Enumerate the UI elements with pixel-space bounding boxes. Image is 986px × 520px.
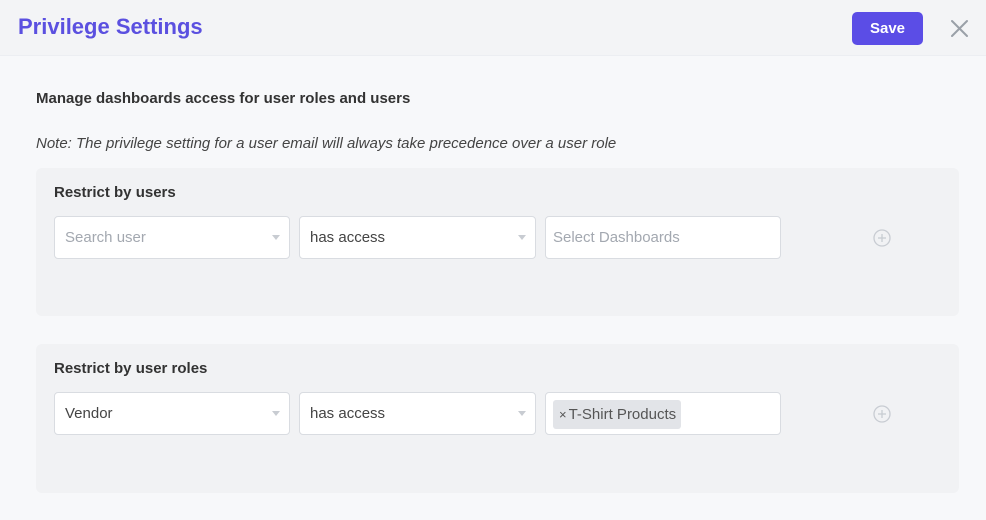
add-circle-icon[interactable]	[873, 229, 891, 247]
tag-label: T-Shirt Products	[568, 406, 677, 423]
restrict-by-roles-panel: Restrict by user roles Vendor has access…	[36, 344, 959, 493]
user-role-select[interactable]: Vendor	[54, 392, 290, 435]
modal-header: Privilege Settings Save	[0, 0, 986, 56]
access-level-select[interactable]: has access	[299, 392, 536, 435]
chevron-down-icon	[272, 411, 280, 416]
add-circle-icon[interactable]	[873, 405, 891, 423]
restrict-by-users-panel: Restrict by users Search user has access…	[36, 168, 959, 316]
dashboard-tag: × T-Shirt Products	[553, 400, 682, 429]
search-user-select[interactable]: Search user	[54, 216, 290, 259]
dashboards-multiselect[interactable]: × T-Shirt Products	[545, 392, 781, 435]
intro-text: Manage dashboards access for user roles …	[36, 90, 411, 107]
tag-remove-icon[interactable]: ×	[559, 407, 567, 422]
access-level-value: has access	[310, 405, 386, 422]
close-icon[interactable]	[946, 15, 973, 42]
chevron-down-icon	[518, 411, 526, 416]
save-button[interactable]: Save	[852, 12, 923, 45]
modal-title: Privilege Settings	[18, 14, 203, 39]
access-level-value: has access	[310, 229, 386, 246]
precedence-note: Note: The privilege setting for a user e…	[36, 135, 617, 152]
chevron-down-icon	[272, 235, 280, 240]
search-user-placeholder: Search user	[65, 229, 146, 246]
user-role-value: Vendor	[65, 405, 113, 422]
access-level-select[interactable]: has access	[299, 216, 536, 259]
dashboards-multiselect[interactable]: Select Dashboards	[545, 216, 781, 259]
dashboards-placeholder: Select Dashboards	[553, 229, 680, 246]
panel-title: Restrict by user roles	[54, 360, 208, 377]
chevron-down-icon	[518, 235, 526, 240]
panel-title: Restrict by users	[54, 184, 176, 201]
